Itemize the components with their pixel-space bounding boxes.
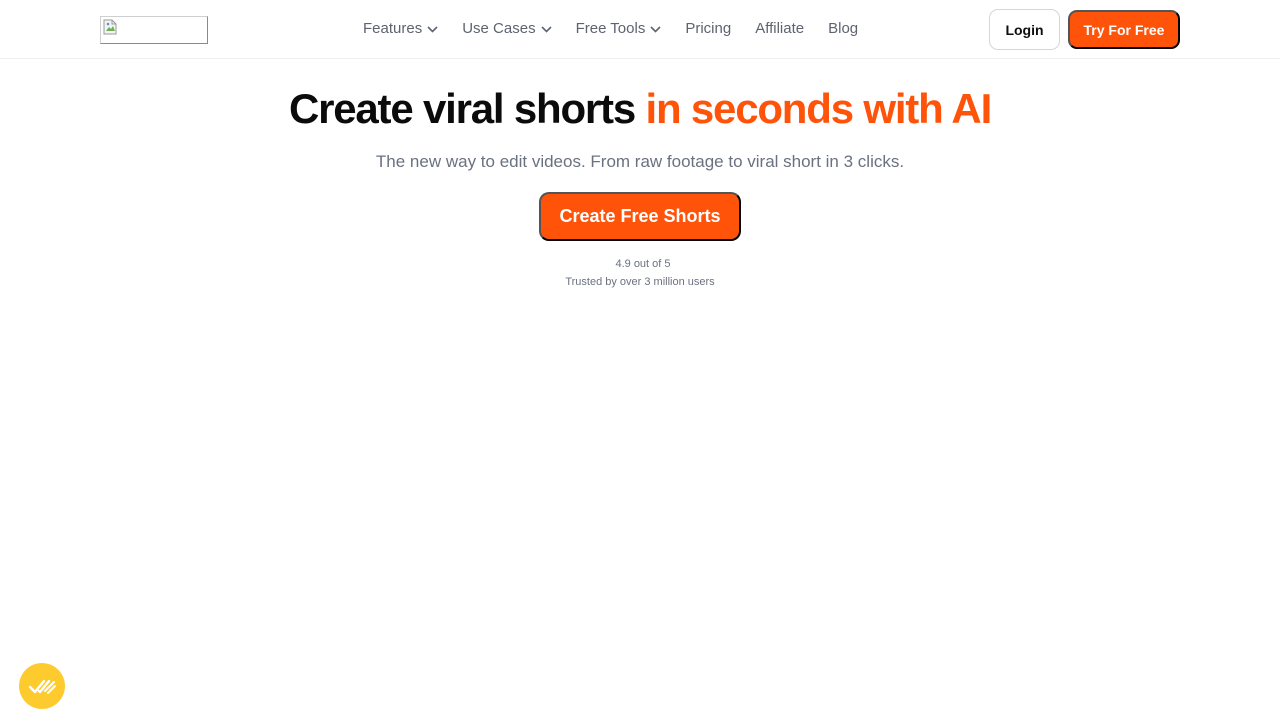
nav-use-cases[interactable]: Use Cases bbox=[462, 19, 552, 39]
trust-text: Trusted by over 3 million users bbox=[565, 276, 715, 288]
chevron-down-icon bbox=[540, 25, 552, 33]
hero-subtitle: The new way to edit videos. From raw foo… bbox=[375, 152, 905, 171]
nav-use-cases-label: Use Cases bbox=[462, 20, 536, 37]
hero-title: Create viral shorts in seconds with AI bbox=[0, 84, 1280, 134]
nav-features[interactable]: Features bbox=[363, 19, 438, 39]
broken-image-icon bbox=[103, 19, 117, 35]
create-free-shorts-button[interactable]: Create Free Shorts bbox=[539, 192, 741, 241]
floating-badge-button[interactable] bbox=[19, 663, 65, 709]
try-for-free-button[interactable]: Try For Free bbox=[1068, 10, 1180, 49]
hero-title-main: Create viral shorts bbox=[288, 85, 636, 132]
nav-pricing[interactable]: Pricing bbox=[685, 19, 731, 39]
rating-block: 4.9 out of 5 Trusted by over 3 million u… bbox=[0, 257, 1280, 289]
logo[interactable] bbox=[100, 16, 208, 44]
main-nav: Features Use Cases Free Tools Pricing Af… bbox=[363, 19, 882, 39]
checkmarks-icon bbox=[28, 679, 56, 694]
nav-free-tools[interactable]: Free Tools bbox=[576, 19, 662, 39]
nav-free-tools-label: Free Tools bbox=[575, 20, 646, 37]
site-header: Features Use Cases Free Tools Pricing Af… bbox=[0, 0, 1280, 59]
hero-title-accent: in seconds with AI bbox=[645, 85, 992, 132]
rating-text: 4.9 out of 5 bbox=[615, 258, 671, 270]
chevron-down-icon bbox=[650, 25, 661, 33]
nav-features-label: Features bbox=[363, 20, 423, 37]
page: Features Use Cases Free Tools Pricing Af… bbox=[0, 0, 1280, 720]
chevron-down-icon bbox=[427, 25, 438, 33]
nav-affiliate[interactable]: Affiliate bbox=[755, 19, 804, 39]
nav-blog[interactable]: Blog bbox=[828, 19, 858, 39]
login-button[interactable]: Login bbox=[989, 9, 1060, 50]
